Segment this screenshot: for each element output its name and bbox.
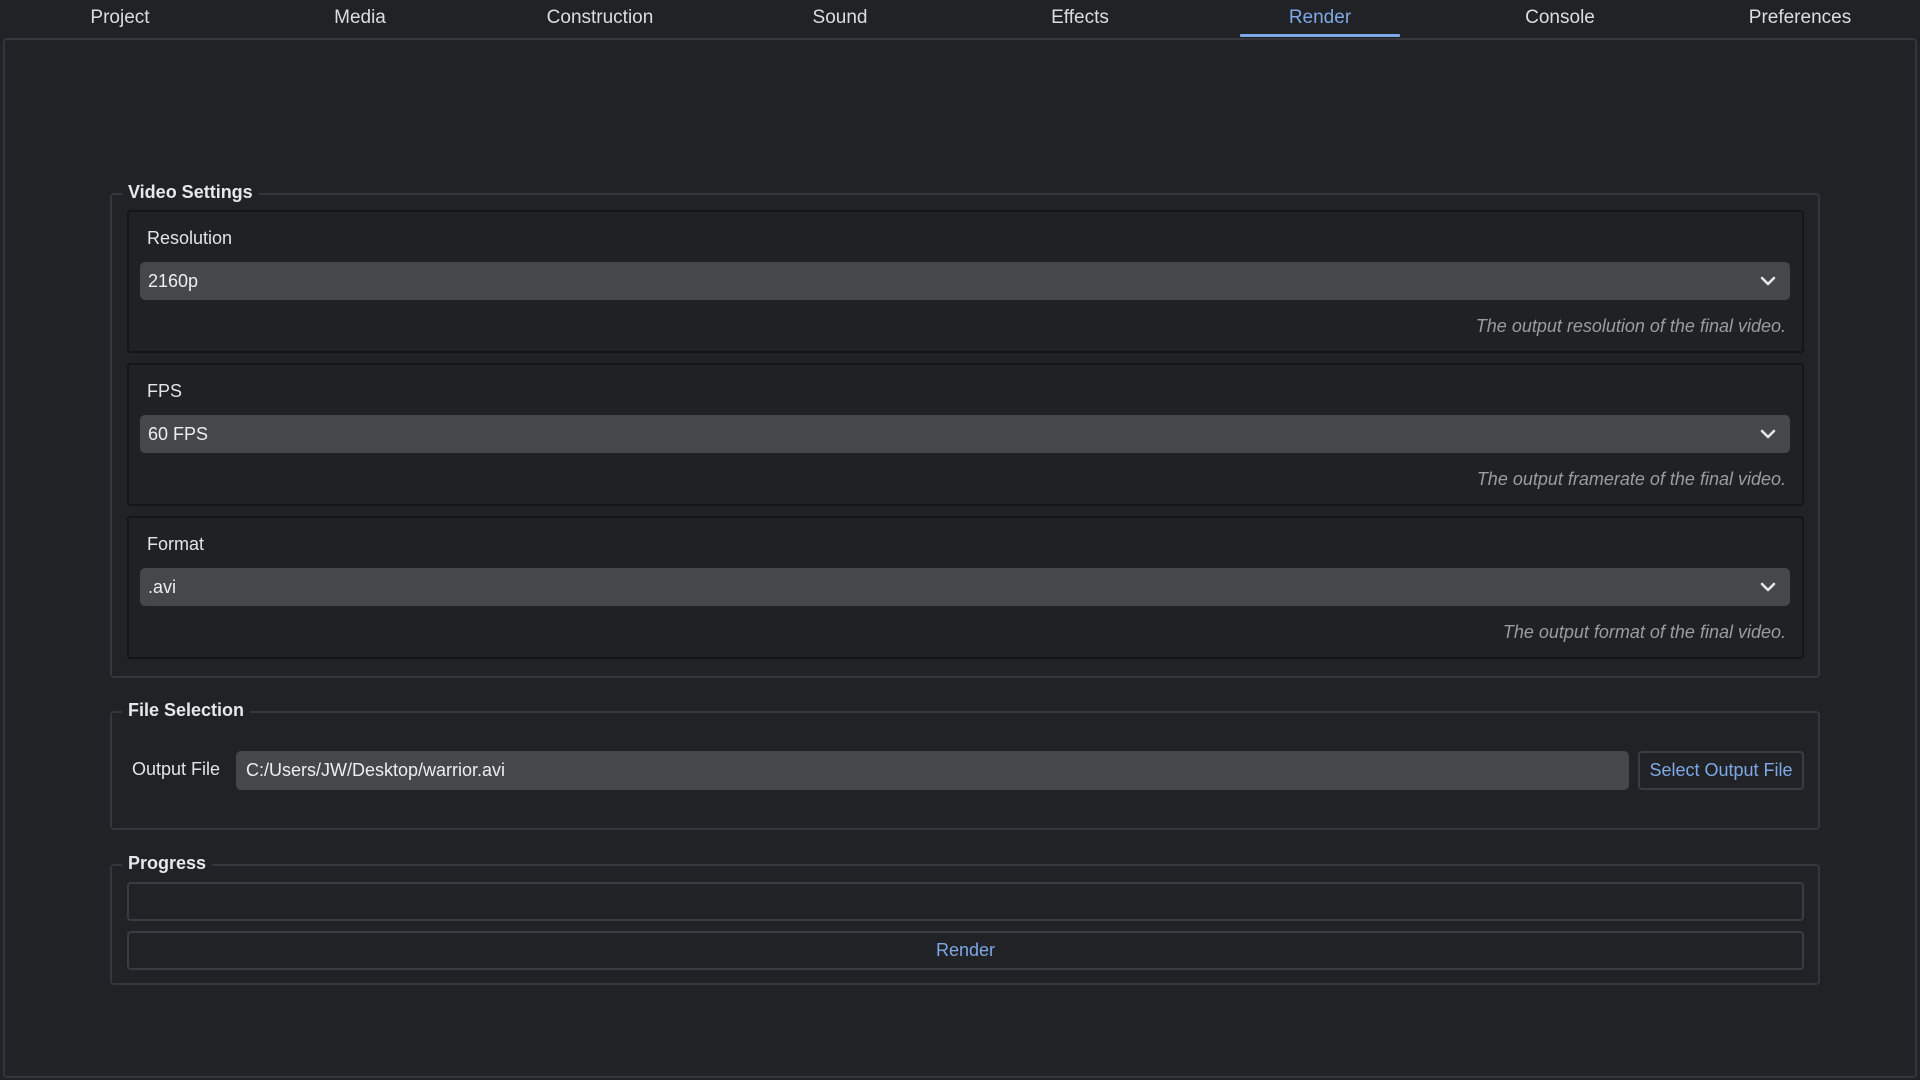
output-file-label: Output File [132, 759, 221, 779]
progress-bar [127, 882, 1804, 921]
select-output-file-button[interactable]: Select Output File [1638, 751, 1804, 790]
fps-description: The output framerate of the final video. [1476, 469, 1786, 489]
file-selection-title: File Selection [122, 698, 251, 722]
chevron-down-icon [1760, 582, 1776, 592]
fps-card: FPS 60 FPS The output framerate of the f… [127, 363, 1804, 506]
video-settings-group: Video Settings Resolution 2160p The outp… [110, 180, 1820, 678]
progress-group: Progress Render [110, 851, 1820, 985]
resolution-label: Resolution [147, 228, 233, 248]
tab-console[interactable]: Console [1440, 0, 1680, 37]
tab-preferences[interactable]: Preferences [1680, 0, 1920, 37]
progress-title: Progress [122, 851, 213, 875]
tab-render[interactable]: Render [1200, 0, 1440, 37]
resolution-description: The output resolution of the final video… [1475, 316, 1786, 336]
render-pane: Video Settings Resolution 2160p The outp… [3, 38, 1917, 1078]
chevron-down-icon [1760, 276, 1776, 286]
tab-sound[interactable]: Sound [720, 0, 960, 37]
render-button[interactable]: Render [127, 931, 1804, 970]
fps-value: 60 FPS [148, 424, 209, 444]
resolution-dropdown[interactable]: 2160p [140, 262, 1790, 300]
format-value: .avi [148, 577, 177, 597]
format-label: Format [147, 534, 205, 554]
tab-effects[interactable]: Effects [960, 0, 1200, 37]
video-settings-title: Video Settings [122, 180, 259, 204]
file-selection-group: File Selection Output File Select Output… [110, 698, 1820, 830]
fps-dropdown[interactable]: 60 FPS [140, 415, 1790, 453]
format-dropdown[interactable]: .avi [140, 568, 1790, 606]
tab-media[interactable]: Media [240, 0, 480, 37]
output-file-input[interactable] [236, 751, 1629, 790]
format-card: Format .avi The output format of the fin… [127, 516, 1804, 659]
tab-construction[interactable]: Construction [480, 0, 720, 37]
resolution-value: 2160p [148, 271, 199, 291]
fps-label: FPS [147, 381, 183, 401]
tab-bar: Project Media Construction Sound Effects… [0, 0, 1920, 37]
chevron-down-icon [1760, 429, 1776, 439]
format-description: The output format of the final video. [1502, 622, 1786, 642]
tab-project[interactable]: Project [0, 0, 240, 37]
resolution-card: Resolution 2160p The output resolution o… [127, 210, 1804, 353]
